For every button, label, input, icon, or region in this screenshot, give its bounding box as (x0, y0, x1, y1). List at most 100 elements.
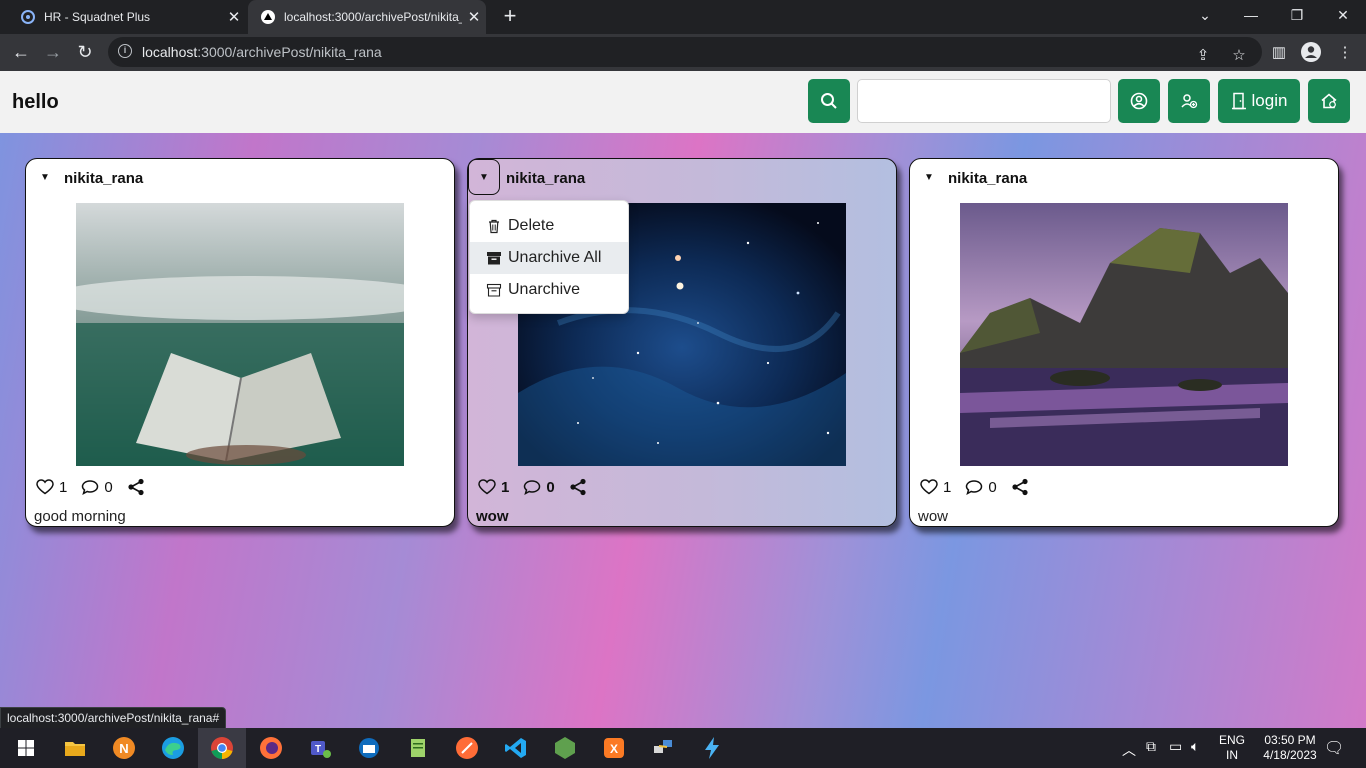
heart-icon[interactable] (920, 479, 938, 495)
close-tab-icon[interactable]: ✕ (222, 8, 246, 26)
post-card: ▼ nikita_rana 1 0 good morning (25, 158, 455, 527)
heart-icon[interactable] (478, 479, 496, 495)
forward-button[interactable]: → (40, 40, 66, 66)
squadnet-favicon-icon (20, 9, 36, 25)
share-icon[interactable] (1011, 478, 1029, 496)
menu-item-delete[interactable]: Delete (470, 210, 628, 242)
minimize-button[interactable]: — (1228, 0, 1274, 34)
like-count: 1 (59, 478, 68, 496)
teams-icon[interactable]: T (306, 734, 334, 762)
new-tab-button[interactable]: + (498, 4, 522, 28)
tray-overflow-chevron-icon[interactable]: ︿ (1122, 740, 1136, 760)
clock[interactable]: 03:50 PM 4/18/2023 (1254, 733, 1326, 763)
address-bar[interactable]: i localhost:3000/archivePost/nikita_rana… (108, 37, 1262, 67)
share-icon[interactable] (569, 478, 587, 496)
restore-button[interactable]: ❐ (1274, 0, 1320, 34)
url-text: localhost:3000/archivePost/nikita_rana (142, 44, 382, 60)
comment-icon[interactable] (523, 479, 541, 495)
clock-time: 03:50 PM (1264, 733, 1316, 747)
house-icon (1321, 93, 1337, 109)
post-actions: 1 0 (36, 477, 145, 497)
edge-browser-icon[interactable] (159, 734, 187, 762)
postman-icon[interactable] (453, 734, 481, 762)
post-image (76, 203, 404, 466)
link-status-bubble: localhost:3000/archivePost/nikita_rana# (0, 707, 227, 730)
xampp-icon[interactable]: X (600, 734, 628, 762)
reload-button[interactable]: ↻ (72, 40, 98, 66)
vscode-icon[interactable] (502, 734, 530, 762)
back-button[interactable]: ← (8, 40, 34, 66)
comment-icon[interactable] (965, 479, 983, 495)
app-n-icon[interactable]: N (110, 734, 138, 762)
archive-icon (486, 283, 502, 297)
tab-hr-squadnet[interactable]: HR - Squadnet Plus ✕ (8, 0, 246, 34)
post-caption: wow (918, 508, 949, 525)
page-content: hello login ▼ nikita_rana 1 0 good morni… (0, 71, 1366, 728)
bookmark-star-icon[interactable]: ☆ (1228, 45, 1250, 67)
nodejs-icon[interactable] (551, 734, 579, 762)
windows-taskbar: N T X ︿ ⧉ ▭ 🔈︎ ENG IN 03:50 PM 4/18/2023… (0, 728, 1366, 768)
side-panel-icon[interactable]: ▥ (1268, 42, 1290, 64)
post-username: nikita_rana (948, 170, 1028, 187)
language-code: ENG (1219, 733, 1246, 747)
menu-item-label: Unarchive (508, 281, 581, 298)
login-label: login (1251, 91, 1288, 110)
close-window-button[interactable]: ✕ (1320, 0, 1366, 34)
post-options-menu: Delete Unarchive All Unarchive (469, 200, 629, 314)
post-caption: wow (476, 508, 509, 525)
start-button[interactable] (12, 734, 40, 762)
close-tab-icon[interactable]: ✕ (462, 8, 486, 26)
like-count: 1 (943, 478, 952, 496)
search-button[interactable] (808, 79, 850, 123)
profile-button[interactable] (1118, 79, 1160, 123)
search-icon (821, 93, 837, 109)
comment-count: 0 (988, 478, 997, 496)
share-icon[interactable] (127, 478, 145, 496)
network-tool-icon[interactable] (649, 734, 677, 762)
firefox-icon[interactable] (257, 734, 285, 762)
menu-kebab-icon[interactable]: ⋮ (1334, 42, 1356, 64)
search-input[interactable] (857, 79, 1111, 123)
tab-search-chevron-icon[interactable]: ⌄ (1182, 0, 1228, 34)
input-language-indicator[interactable]: ENG IN (1219, 733, 1245, 763)
post-options-toggle[interactable]: ▼ (468, 159, 500, 195)
archive-filled-icon (487, 252, 501, 265)
menu-item-unarchive-all[interactable]: Unarchive All (470, 242, 628, 274)
file-explorer-icon[interactable] (61, 734, 89, 762)
add-user-button[interactable] (1168, 79, 1210, 123)
post-card: ▼ nikita_rana 1 0 wow (909, 158, 1339, 527)
post-caption: good morning (34, 508, 126, 525)
menu-item-unarchive[interactable]: Unarchive (470, 274, 628, 306)
chrome-browser-icon[interactable] (208, 734, 236, 762)
meet-now-icon[interactable]: ⧉ (1146, 738, 1156, 755)
comment-count: 0 (546, 478, 555, 496)
site-info-icon[interactable]: i (118, 44, 132, 58)
nextjs-favicon-icon (260, 9, 276, 25)
profile-icon[interactable] (1300, 42, 1322, 64)
volume-icon[interactable]: 🔈︎ (1191, 738, 1199, 755)
home-button[interactable] (1308, 79, 1350, 123)
network-icon[interactable]: ▭ (1169, 738, 1182, 755)
browser-tab-strip: HR - Squadnet Plus ✕ localhost:3000/arch… (0, 0, 1366, 34)
share-icon[interactable]: ⇪ (1192, 45, 1214, 67)
notepad-plus-icon[interactable] (404, 734, 432, 762)
tab-archive-post[interactable]: localhost:3000/archivePost/nikita_rana ✕ (248, 0, 486, 34)
post-actions: 1 0 (478, 477, 587, 497)
lightning-app-icon[interactable] (698, 734, 726, 762)
menu-item-label: Unarchive All (508, 249, 602, 266)
comment-icon[interactable] (81, 479, 99, 495)
menu-item-label: Delete (508, 217, 555, 234)
notifications-icon[interactable]: 🗨︎ (1324, 738, 1344, 758)
brand-title: hello (12, 91, 59, 113)
post-options-toggle[interactable]: ▼ (918, 169, 940, 187)
svg-text:X: X (610, 742, 618, 756)
trash-icon (489, 219, 499, 234)
app-navbar: hello login (0, 71, 1366, 133)
browser-toolbar: ← → ↻ i localhost:3000/archivePost/nikit… (0, 34, 1366, 71)
door-icon (1231, 92, 1246, 110)
heart-icon[interactable] (36, 479, 54, 495)
windows-logo-icon (18, 740, 34, 756)
login-button[interactable]: login (1218, 79, 1300, 123)
post-options-toggle[interactable]: ▼ (34, 169, 56, 187)
mail-app-icon[interactable] (355, 734, 383, 762)
